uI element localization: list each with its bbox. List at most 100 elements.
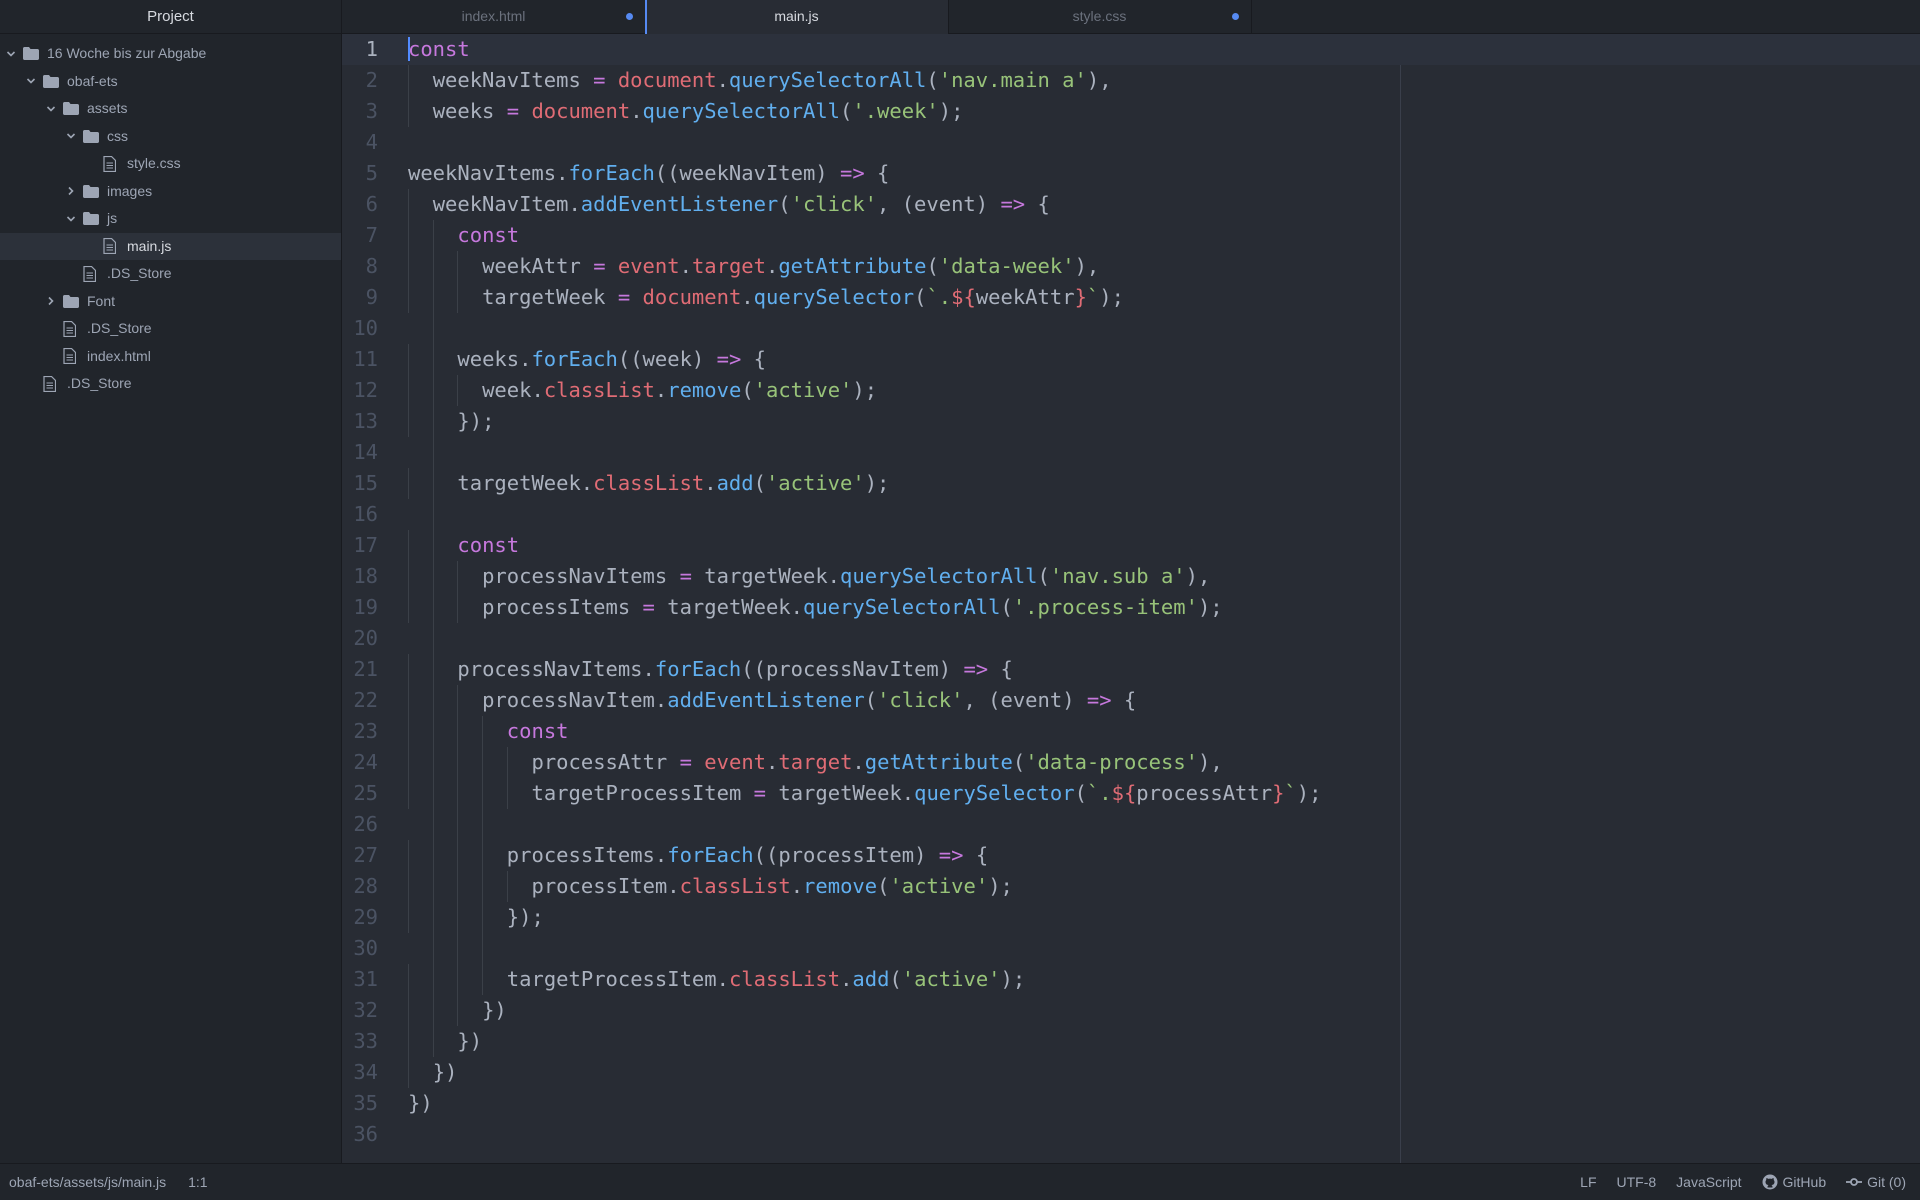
code-line[interactable]: 26 [342,809,1920,840]
chevron-down-icon[interactable] [65,205,77,232]
line-ending-selector[interactable]: LF [1580,1164,1596,1200]
chevron-down-icon[interactable] [45,95,57,122]
tree-folder[interactable]: assets [0,95,341,123]
code-token: = [506,99,520,123]
line-number: 23 [353,719,378,743]
code-line[interactable]: 23 const [342,716,1920,747]
tab-index-html[interactable]: index.html [342,0,646,33]
chevron-down-icon[interactable] [65,123,77,150]
code-line[interactable]: 25 targetProcessItem = targetWeek.querySe… [342,778,1920,809]
code-line[interactable]: 18 processNavItems = targetWeek.querySele… [342,561,1920,592]
code-token: processAttr [531,750,680,774]
tree-folder[interactable]: css [0,123,341,151]
code-text: }); [507,902,544,933]
git-button[interactable]: Git (0) [1846,1164,1906,1200]
tab-style-css[interactable]: style.css [948,0,1252,33]
git-commit-icon [1846,1178,1863,1186]
code-line[interactable]: 9 targetWeek = document.querySelector(`.$… [342,282,1920,313]
code-token: targetWeek [482,285,618,309]
indent-guide [408,344,409,375]
code-token: targetWeek. [691,564,841,588]
code-line[interactable]: 14 [342,437,1920,468]
indent-guide [457,902,459,933]
code-text: const [507,716,569,747]
code-line[interactable]: 33}) [342,1026,1920,1057]
code-line[interactable]: 17 const [342,530,1920,561]
modified-indicator-icon[interactable] [626,13,633,20]
grammar-selector[interactable]: JavaScript [1676,1164,1741,1200]
indent-guide [457,282,459,313]
chevron-down-icon[interactable] [25,68,37,95]
code-line[interactable]: 15 targetWeek.classList.add('active'); [342,468,1920,499]
tree-item-label: css [107,127,128,144]
line-number: 33 [353,1029,378,1053]
tab-main-js[interactable]: main.js [645,0,949,34]
tree-folder[interactable]: js [0,205,341,233]
code-token: }) [457,1029,483,1053]
chevron-down-icon[interactable] [5,40,17,67]
tree-folder[interactable]: obaf-ets [0,68,341,96]
code-line[interactable]: 34}) [342,1057,1920,1088]
code-line[interactable]: 8 weekAttr = event.target.getAttribute('d… [342,251,1920,282]
tree-file[interactable]: .DS_Store [0,260,341,288]
tree-file[interactable]: .DS_Store [0,370,341,398]
code-editor[interactable]: 1 const 2 weekNavItems = document.querySele… [342,34,1920,1163]
code-line[interactable]: 5 weekNavItems.forEach((weekNavItem) => { [342,158,1920,189]
code-line[interactable]: 13}); [342,406,1920,437]
code-token: ((week) [617,347,717,371]
code-line[interactable]: 30 [342,933,1920,964]
code-line[interactable]: 29}); [342,902,1920,933]
chevron-right-icon[interactable] [65,178,77,205]
code-token: event [704,750,767,774]
tree-file[interactable]: main.js [0,232,341,260]
code-line[interactable]: 36 [342,1119,1920,1150]
code-line[interactable]: 35}) [342,1088,1920,1119]
chevron-right-icon[interactable] [45,288,57,315]
code-line[interactable]: 11 weeks.forEach((week) => { [342,344,1920,375]
tree-file[interactable]: style.css [0,150,341,178]
tree-folder[interactable]: images [0,178,341,206]
code-line[interactable]: 6 weekNavItem.addEventListener('click', (… [342,189,1920,220]
code-line[interactable]: 16 [342,499,1920,530]
modified-indicator-icon[interactable] [1232,13,1239,20]
line-number: 1 [365,37,378,61]
code-line[interactable]: 31 targetProcessItem.classList.add('activ… [342,964,1920,995]
code-line[interactable]: 10 [342,313,1920,344]
indent-guide [506,778,508,809]
code-token: . [852,750,865,774]
tree-folder[interactable]: 16 Woche bis zur Abgabe [0,40,341,68]
code-line[interactable]: 2 weekNavItems = document.querySelectorAl… [342,65,1920,96]
code-line[interactable]: 22 processNavItem.addEventListener('click… [342,685,1920,716]
code-text: processItems = targetWeek.querySelectorA… [482,592,1223,623]
tree-file[interactable]: .DS_Store [0,315,341,343]
code-line[interactable]: 21 processNavItems.forEach((processNavIte… [342,654,1920,685]
code-token: processItems [482,595,643,619]
code-line[interactable]: 32}) [342,995,1920,1026]
code-line[interactable]: 1 const [342,34,1920,65]
code-token: querySelector [914,781,1075,805]
line-number: 31 [353,967,378,991]
github-button[interactable]: GitHub [1762,1164,1826,1200]
code-line[interactable]: 19 processItems = targetWeek.querySelecto… [342,592,1920,623]
file-path[interactable]: obaf-ets/assets/js/main.js [9,1174,166,1190]
encoding-selector[interactable]: UTF-8 [1617,1164,1657,1200]
code-token: ); [864,471,890,495]
code-token: forEach [568,161,655,185]
cursor-position[interactable]: 1:1 [188,1174,207,1190]
code-token: { [1025,192,1050,216]
code-token: ); [852,378,878,402]
indent-guide [457,251,459,282]
code-line[interactable]: 3 weeks = document.querySelectorAll('.wee… [342,96,1920,127]
code-line[interactable]: 4 [342,127,1920,158]
code-line[interactable]: 27 processItems.forEach((processItem) => … [342,840,1920,871]
code-line[interactable]: 28 processItem.classList.remove('active')… [342,871,1920,902]
line-number: 22 [353,688,378,712]
code-line[interactable]: 20 [342,623,1920,654]
code-line[interactable]: 24 processAttr = event.target.getAttribut… [342,747,1920,778]
tree-file[interactable]: index.html [0,343,341,371]
indent-guide [482,716,484,747]
code-line[interactable]: 12 week.classList.remove('active'); [342,375,1920,406]
code-line[interactable]: 7 const [342,220,1920,251]
tree-folder[interactable]: Font [0,288,341,316]
